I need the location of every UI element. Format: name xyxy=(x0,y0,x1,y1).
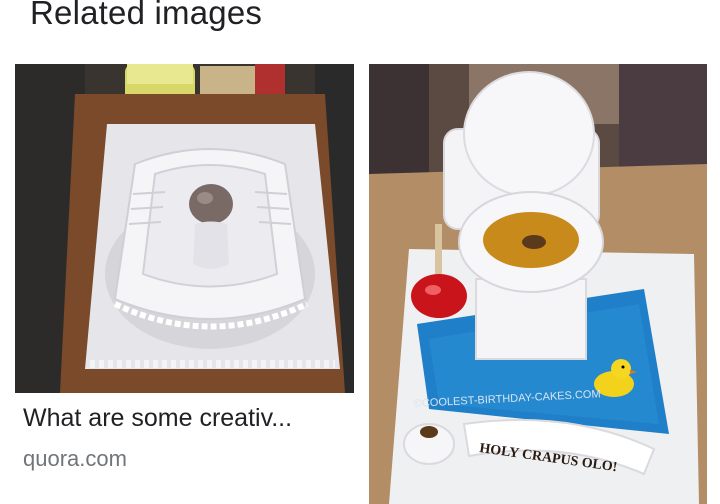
result-thumbnail-squat-toilet-cake[interactable] xyxy=(15,64,354,393)
result-card-quora[interactable]: What are some creativ... quora.com xyxy=(15,64,354,504)
result-thumbnail-toilet-cake[interactable]: ©COOLEST-BIRTHDAY-CAKES.COM HOLY CRAPUS … xyxy=(369,64,707,504)
result-caption[interactable]: What are some creativ... xyxy=(23,404,345,433)
result-source[interactable]: quora.com xyxy=(23,446,127,472)
section-title: Related images xyxy=(30,0,263,31)
